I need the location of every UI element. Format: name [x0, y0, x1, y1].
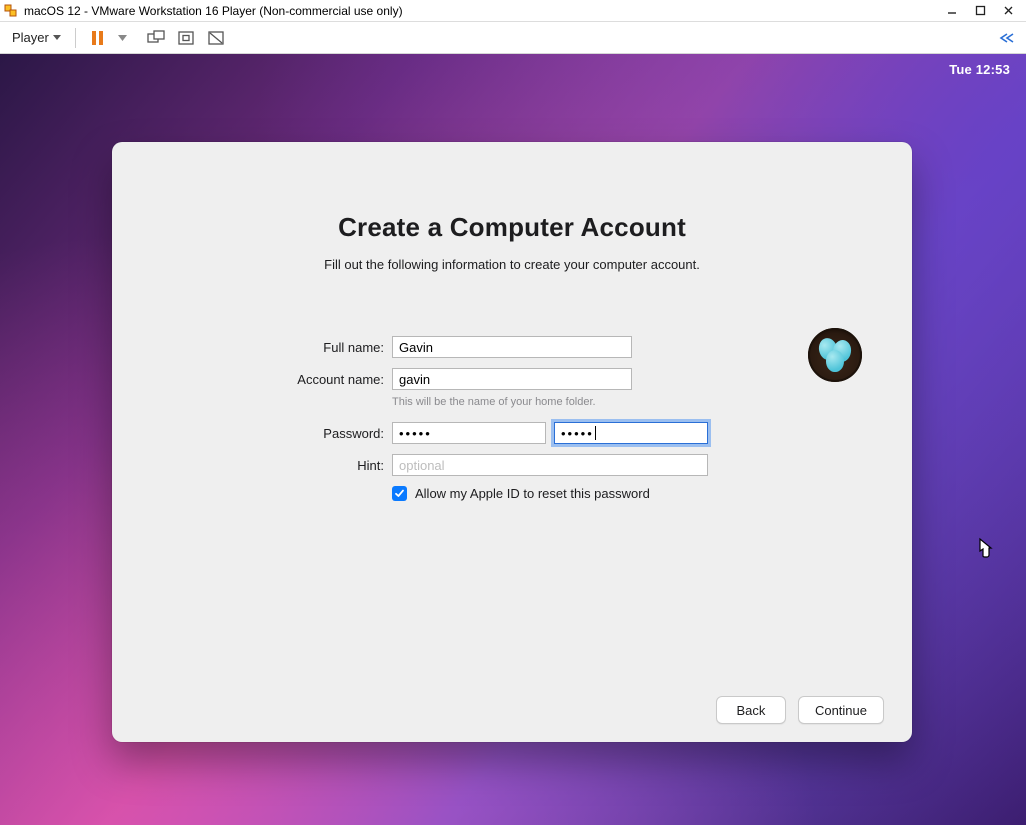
verify-password-input[interactable]: ••••• — [554, 422, 708, 444]
vmware-app-icon — [4, 4, 18, 18]
apple-id-reset-label: Allow my Apple ID to reset this password — [415, 486, 650, 501]
host-titlebar: macOS 12 - VMware Workstation 16 Player … — [0, 0, 1026, 22]
minimize-button[interactable] — [938, 1, 966, 21]
hint-input[interactable]: optional — [392, 454, 708, 476]
host-window-title: macOS 12 - VMware Workstation 16 Player … — [24, 4, 403, 18]
collapse-toolbar-button[interactable] — [992, 24, 1020, 52]
chevron-down-icon — [53, 35, 61, 40]
setup-dialog: Create a Computer Account Fill out the f… — [112, 142, 912, 742]
text-caret — [595, 426, 596, 440]
player-menu[interactable]: Player — [6, 27, 67, 48]
account-form: Full name: Gavin Account name: gavin Thi… — [232, 336, 792, 501]
back-button[interactable]: Back — [716, 696, 786, 724]
pause-vm-button[interactable] — [84, 24, 112, 52]
password-label: Password: — [232, 426, 384, 441]
continue-button[interactable]: Continue — [798, 696, 884, 724]
menubar-clock: Tue 12:53 — [949, 62, 1010, 77]
dialog-title: Create a Computer Account — [140, 212, 884, 243]
hint-label: Hint: — [232, 458, 384, 473]
dialog-footer: Back Continue — [140, 696, 884, 724]
maximize-button[interactable] — [966, 1, 994, 21]
host-toolbar: Player — [0, 22, 1026, 54]
cursor-icon — [974, 537, 994, 559]
player-menu-label: Player — [12, 30, 49, 45]
dialog-subtitle: Fill out the following information to cr… — [140, 257, 884, 272]
full-name-label: Full name: — [232, 340, 384, 355]
vm-screen[interactable]: Tue 12:53 Create a Computer Account Fill… — [0, 54, 1026, 825]
account-name-label: Account name: — [232, 372, 384, 387]
fullscreen-button[interactable] — [172, 24, 200, 52]
password-input[interactable]: ••••• — [392, 422, 546, 444]
send-ctrl-alt-del-button[interactable] — [142, 24, 170, 52]
account-name-input[interactable]: gavin — [392, 368, 632, 390]
close-button[interactable] — [994, 1, 1022, 21]
unity-mode-button[interactable] — [202, 24, 230, 52]
power-menu-button[interactable] — [114, 24, 132, 52]
pause-icon — [92, 31, 103, 45]
account-avatar[interactable] — [808, 328, 862, 382]
full-name-input[interactable]: Gavin — [392, 336, 632, 358]
toolbar-separator — [75, 28, 76, 48]
account-name-helper: This will be the name of your home folde… — [392, 396, 792, 408]
apple-id-reset-checkbox[interactable] — [392, 486, 407, 501]
